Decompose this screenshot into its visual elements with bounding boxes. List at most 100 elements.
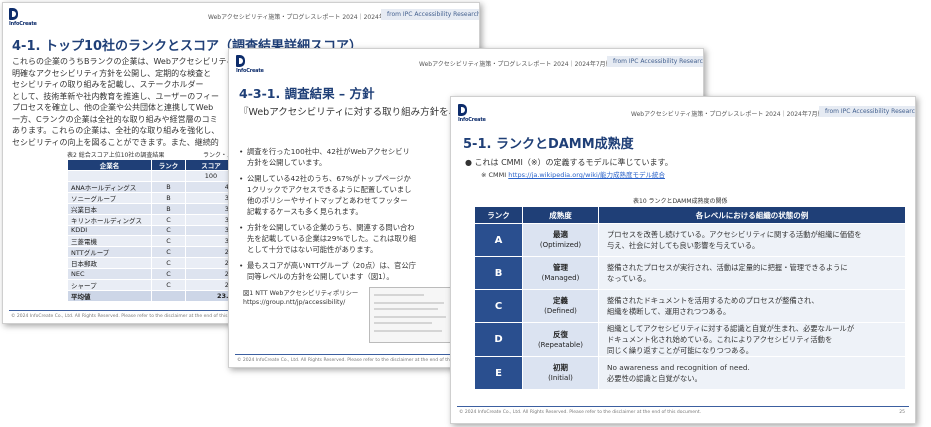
cell: NEC [67, 268, 152, 280]
cell: C [151, 257, 186, 269]
bullet-line: 公開している42社のうち、67%がトップページか [247, 174, 411, 183]
figure-caption-title: 図1 NTT Webアクセシビリティポリシー [243, 290, 359, 297]
page-number: 25 [899, 410, 905, 415]
bullet-line: 先を記載している企業は29%でした。これは取り組 [247, 234, 417, 243]
slide2-subtitle: 『Webアクセシビリティに対する取り組み方針を、 [239, 107, 459, 118]
slide-title: 5-1. ランクとDAMM成熟度 [463, 137, 634, 152]
figure-caption: 図1 NTT Webアクセシビリティポリシー https://group.ntt… [243, 289, 358, 307]
cmmi-bullet: ● これは CMMI（※）の定義するモデルに準じています。 [465, 157, 673, 169]
bullet-line: 調査を行った100社中、42社がWebアクセシビリ [247, 147, 410, 156]
maturity-level: 管理 (Managed) [522, 256, 599, 290]
logo-mark-icon [236, 55, 245, 67]
top10-score-table: 企業名 ランク スコア 100 ANAホールディングスB40 ソニーグループB3… [67, 159, 237, 302]
bullet-line: 記載するケースも多く見られます。 [247, 207, 363, 216]
logo-wordmark: InfoCreate [9, 21, 37, 27]
desc-line: なっている。 [607, 274, 651, 283]
col-rank: ランク [151, 159, 186, 171]
table-row: シャープC26 [67, 278, 237, 291]
cell: 兴業日本 [67, 202, 152, 215]
maturity-jp: 管理 [553, 263, 568, 272]
footer-copyright: © 2024 InfoCreate Co., Ltd. All Rights R… [11, 314, 254, 319]
table-row: 日本郵政C28 [67, 257, 237, 269]
table-row: B 管理 (Managed) 整備されたプロセスが実行され、活動は定量的に把握・管… [474, 256, 906, 290]
list-item: 最もスコアが高いNTTグループ（20点）は、官公庁 同等レベルの方針を公開してい… [239, 260, 416, 282]
desc-line: 同じく繰り返すことが可能になりつつある。 [607, 346, 754, 355]
placeholder-line [374, 322, 432, 324]
table-caption: 表10 ランクとDAMM成熟度の関係 [633, 198, 728, 205]
table-row: D 反復 (Repeatable) 組織としてアクセシビリティに対する認識と自覚が… [474, 322, 906, 357]
infocreate-logo: InfoCreate [236, 55, 264, 74]
cell: シャープ [67, 278, 152, 291]
cmmi-bullet-text: これは CMMI（※）の定義するモデルに準じています。 [474, 158, 673, 167]
table-row: 三菱電機C30 [67, 235, 237, 247]
para-line: あります。これらの企業は、全社的な取り組みを強化し、 [12, 126, 220, 135]
rank-label: C [474, 289, 523, 323]
para-line: として、技術革新や社内教育を推進し、ユーザーのフィー [12, 91, 220, 101]
table-row: A 最適 (Optimized) プロセスを改善し続けている。アクセシビリティに関… [474, 223, 906, 257]
slide-5-1[interactable]: InfoCreate Webアクセシビリティ施策・プログレスレポート 2024｜… [450, 96, 916, 424]
cell: B [151, 191, 186, 204]
bullet-line: 他のポリシーやサイトマップとあわせてフッター [247, 196, 408, 205]
state-description: プロセスを改善し続けている。アクセシビリティに関する活動が組織に価値を 与え、社会… [598, 223, 906, 257]
infocreate-logo: InfoCreate [9, 8, 37, 27]
maturity-en: (Managed) [541, 274, 580, 282]
state-description: No awareness and recognition of need. 必要性… [598, 356, 906, 390]
footer-copyright: © 2024 InfoCreate Co., Ltd. All Rights R… [237, 358, 480, 363]
figure-caption-url: https://group.ntt/jp/accessibility/ [243, 299, 346, 306]
table-average-row: 平均値 23.8 [67, 289, 237, 302]
cell: 三菱電機 [67, 235, 152, 247]
cell: C [151, 278, 186, 291]
maturity-level: 反復 (Repeatable) [522, 322, 599, 357]
rank-maturity-table: ランク 成熟度 各レベルにおける組織の状態の例 A 最適 (Optimized) … [474, 206, 906, 390]
maturity-level: 定義 (Defined) [522, 289, 599, 323]
logo-wordmark: InfoCreate [236, 68, 264, 74]
desc-line: 組織としてアクセシビリティに対する認識と自覚が生まれ、必要なルールが [607, 324, 855, 333]
table-header-row: ランク 成熟度 各レベルにおける組織の状態の例 [474, 206, 906, 224]
bullet-line: 最もスコアが高いNTTグループ（20点）は、官公庁 [247, 261, 417, 270]
header-report-title: Webアクセシビリティ施策・プログレスレポート 2024｜2024年7月版 [419, 61, 612, 68]
footer-divider [457, 406, 909, 407]
placeholder-line [374, 330, 442, 332]
cell [67, 170, 152, 182]
table-row: キリンホールディングスC32 [67, 213, 237, 226]
cell: NTTグループ [67, 246, 152, 258]
cell: C [151, 246, 186, 258]
table-row: NTTグループC29 [67, 246, 237, 258]
cell: C [151, 268, 186, 280]
desc-line: 与え、社会に対しても良い影響を与えている。 [607, 241, 760, 250]
desc-line: 整備されたプロセスが実行され、活動は定量的に把握・管理できるように [607, 263, 848, 272]
bullet-line: として十分ではない可能性があります。 [247, 245, 378, 254]
desc-line: 必要性の認識と自覚がない。 [607, 374, 702, 383]
table-row: 100 [67, 170, 237, 182]
para-line: 一方、Cランクの企業は全社的な取り組みや経営層のコミ [12, 114, 218, 124]
header-source-badge: from IPC Accessibility Research [607, 56, 703, 67]
para-line: セシビリティの向上を図ることができます。また、継続的 [12, 137, 219, 147]
desc-line: No awareness and recognition of need. [607, 363, 750, 372]
list-item: 方針を公開している企業のうち、関連する問い合わ 先を記載している企業は29%でし… [239, 222, 416, 255]
desc-line: プロセスを改善し続けている。アクセシビリティに関する活動が組織に価値を [607, 230, 862, 239]
maturity-jp: 反復 [553, 329, 568, 339]
cmmi-wikipedia-link[interactable]: https://ja.wikipedia.org/wiki/能力成熟度モデル統合 [508, 171, 665, 179]
cell: C [151, 224, 186, 236]
maturity-en: (Initial) [548, 374, 573, 382]
bullet-dot-icon: ● [465, 158, 472, 167]
cell: ソニーグループ [67, 191, 152, 204]
cmmi-note: ※ CMMI https://ja.wikipedia.org/wiki/能力成… [481, 171, 665, 180]
state-description: 整備されたプロセスが実行され、活動は定量的に把握・管理できるように なっている。 [598, 256, 906, 290]
state-description: 整備されたドキュメントを活用するためのプロセスが整備され、 組織を横断して、運用さ… [598, 289, 906, 323]
placeholder-line [374, 308, 438, 310]
maturity-en: (Repeatable) [537, 340, 584, 349]
cell: 平均値 [67, 289, 152, 302]
para-line: セシビリティの取り組みを記載し、ステークホルダー [12, 80, 204, 89]
placeholder-line [374, 302, 444, 304]
bullet-line: 方針を公開している企業のうち、関連する問い合わ [247, 223, 415, 232]
desc-line: ドキュメント化され始めている。これによりアクセシビリティ活動を [607, 335, 833, 344]
maturity-jp: 定義 [553, 296, 568, 305]
col-organization-state: 各レベルにおける組織の状態の例 [598, 206, 906, 224]
cell: B [151, 180, 186, 193]
table-row: C 定義 (Defined) 整備されたドキュメントを活用するためのプロセスが整備… [474, 289, 906, 323]
table-row: NECC27 [67, 268, 237, 280]
maturity-en: (Defined) [544, 307, 577, 315]
table-header-row: 企業名 ランク スコア [67, 159, 237, 171]
col-rank: ランク [474, 206, 523, 224]
